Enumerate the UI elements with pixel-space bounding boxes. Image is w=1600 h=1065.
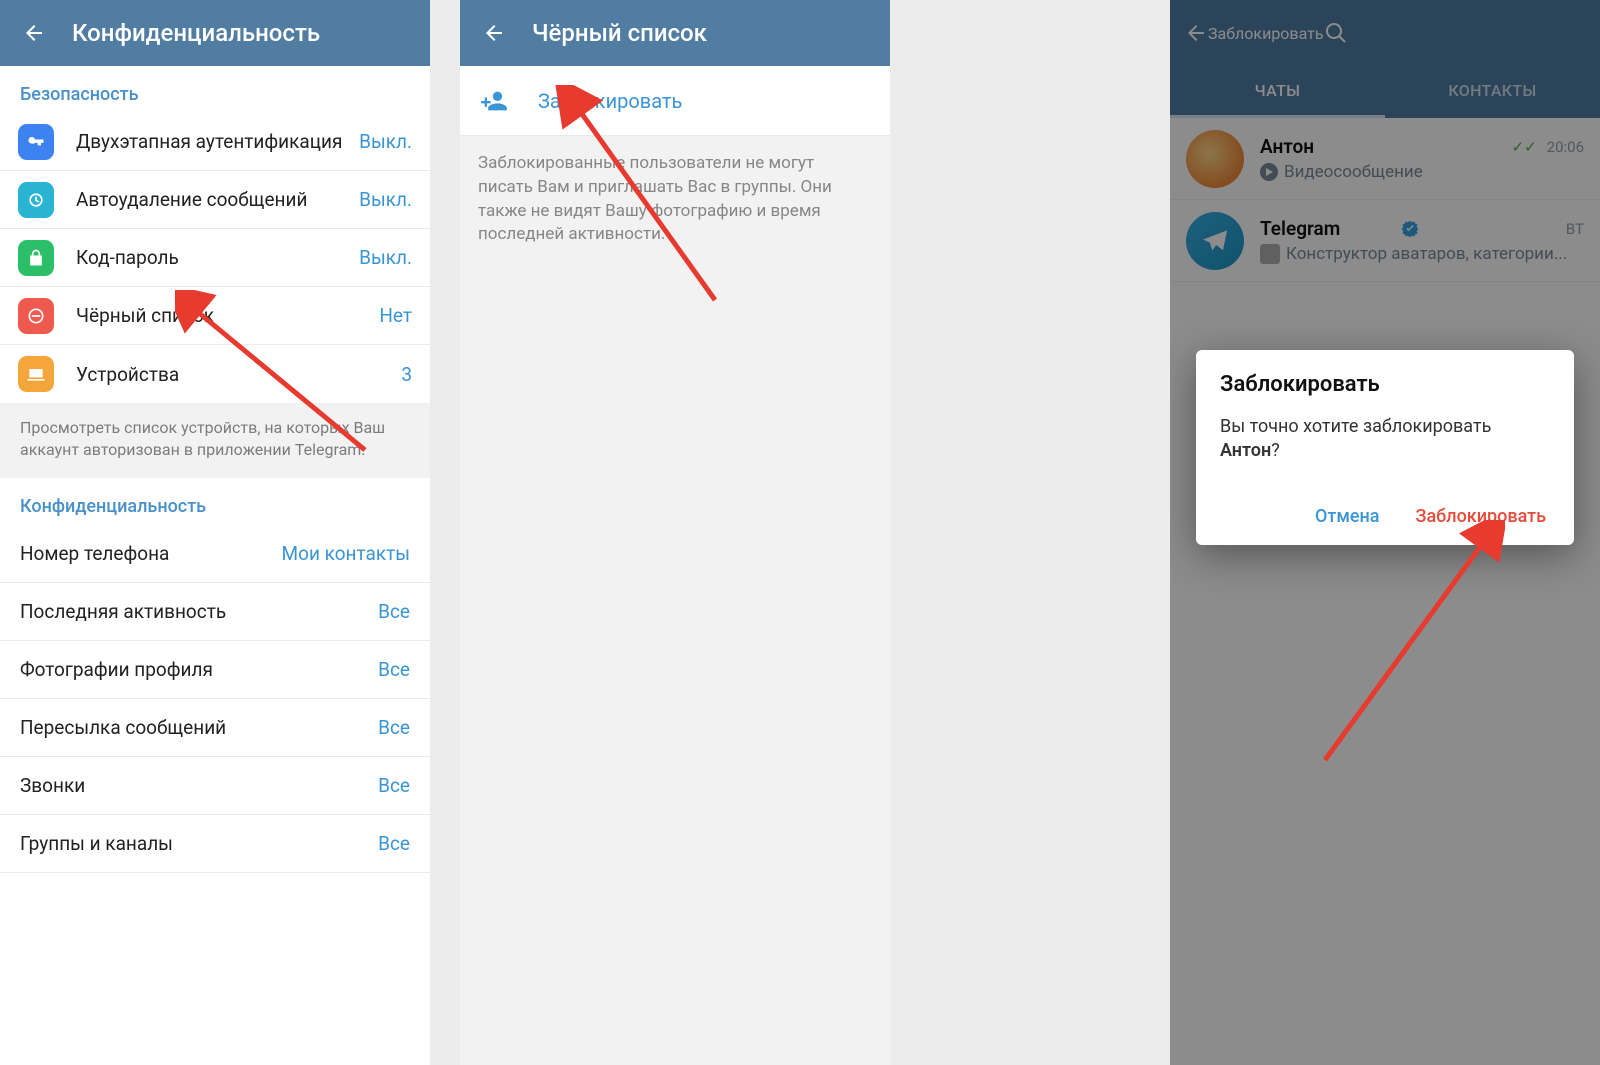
section-header-security: Безопасность <box>0 66 430 113</box>
back-button[interactable] <box>474 21 514 45</box>
arrow-left-icon <box>482 21 506 45</box>
row-lastseen[interactable]: Последняя активностьВсе <box>0 583 430 641</box>
row-devices[interactable]: Устройства 3 <box>0 345 430 403</box>
row-label: Автоудаление сообщений <box>76 188 359 211</box>
block-user-label: Заблокировать <box>538 89 682 113</box>
row-label: Последняя активность <box>20 600 378 623</box>
row-label: Группы и каналы <box>20 832 378 855</box>
row-label: Устройства <box>76 363 401 386</box>
add-user-icon <box>480 87 508 115</box>
back-button[interactable] <box>14 21 54 45</box>
toolbar: Чёрный список <box>460 0 890 66</box>
row-value: Все <box>378 832 410 855</box>
row-blacklist[interactable]: Чёрный список Нет <box>0 287 430 345</box>
row-label: Номер телефона <box>20 542 282 565</box>
toolbar-title: Чёрный список <box>532 19 876 47</box>
row-autodelete[interactable]: Автоудаление сообщений Выкл. <box>0 171 430 229</box>
dialog-title: Заблокировать <box>1220 372 1550 397</box>
arrow-left-icon <box>22 21 46 45</box>
key-icon <box>18 124 54 160</box>
row-value: Выкл. <box>359 130 412 153</box>
row-value: Выкл. <box>359 188 412 211</box>
row-label: Чёрный список <box>76 304 379 327</box>
empty-area <box>460 263 890 1065</box>
row-two-step[interactable]: Двухэтапная аутентификация Выкл. <box>0 113 430 171</box>
row-forwarding[interactable]: Пересылка сообщенийВсе <box>0 699 430 757</box>
timer-icon <box>18 182 54 218</box>
row-value: Нет <box>379 304 412 327</box>
row-label: Звонки <box>20 774 378 797</box>
row-passcode[interactable]: Код-пароль Выкл. <box>0 229 430 287</box>
lock-icon <box>18 240 54 276</box>
row-label: Пересылка сообщений <box>20 716 378 739</box>
devices-info-text: Просмотреть список устройств, на которых… <box>0 403 430 478</box>
row-calls[interactable]: ЗвонкиВсе <box>0 757 430 815</box>
row-phone[interactable]: Номер телефонаМои контакты <box>0 525 430 583</box>
row-value: Все <box>378 774 410 797</box>
blocked-users-description: Заблокированные пользователи не могут пи… <box>460 136 890 263</box>
toolbar: Конфиденциальность <box>0 0 430 66</box>
cancel-button[interactable]: Отмена <box>1311 496 1384 537</box>
row-value: Мои контакты <box>282 542 410 565</box>
screen-privacy-settings: Конфиденциальность Безопасность Двухэтап… <box>0 0 430 1065</box>
block-icon <box>18 298 54 334</box>
row-value: 3 <box>401 363 412 386</box>
row-label: Двухэтапная аутентификация <box>76 130 359 153</box>
row-groups[interactable]: Группы и каналыВсе <box>0 815 430 873</box>
confirm-block-button[interactable]: Заблокировать <box>1412 496 1550 537</box>
row-value: Все <box>378 716 410 739</box>
screen-block-confirm: Заблокировать ЧАТЫ КОНТАКТЫ Антон ✓✓ 20:… <box>1170 0 1600 1065</box>
security-list: Двухэтапная аутентификация Выкл. Автоуда… <box>0 113 430 403</box>
screen-blacklist: Чёрный список Заблокировать Заблокирован… <box>460 0 890 1065</box>
devices-icon <box>18 356 54 392</box>
row-label: Фотографии профиля <box>20 658 378 681</box>
dialog-message: Вы точно хотите заблокировать Антон? <box>1220 415 1550 464</box>
row-value: Выкл. <box>359 246 412 269</box>
toolbar-title: Конфиденциальность <box>72 19 416 47</box>
row-value: Все <box>378 658 410 681</box>
privacy-list: Номер телефонаМои контактыПоследняя акти… <box>0 525 430 873</box>
section-header-privacy: Конфиденциальность <box>0 478 430 525</box>
row-value: Все <box>378 600 410 623</box>
row-profile-photos[interactable]: Фотографии профиляВсе <box>0 641 430 699</box>
block-user-button[interactable]: Заблокировать <box>460 66 890 136</box>
block-confirm-dialog: Заблокировать Вы точно хотите заблокиров… <box>1196 350 1574 545</box>
row-label: Код-пароль <box>76 246 359 269</box>
